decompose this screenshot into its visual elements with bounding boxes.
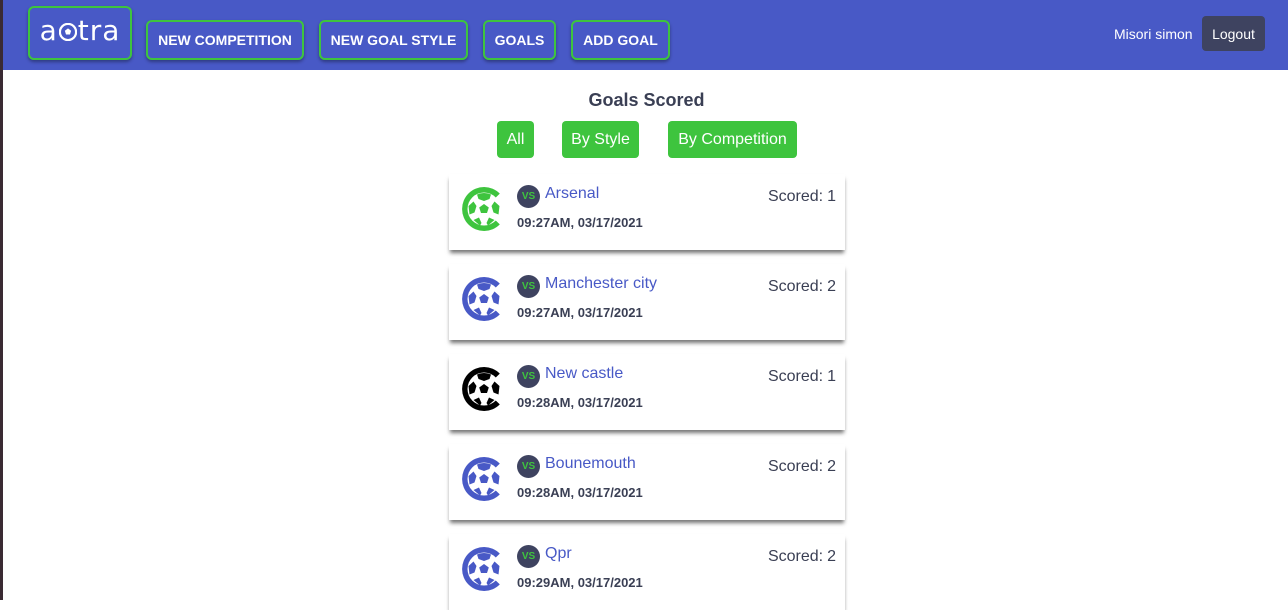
soccer-ball-icon	[459, 544, 505, 594]
logo-text-end: tra	[77, 13, 121, 47]
goal-timestamp: 09:28AM, 03/17/2021	[517, 395, 643, 410]
filter-all-button[interactable]: All	[497, 121, 534, 158]
scored-count: Scored: 2	[768, 278, 836, 296]
goal-card[interactable]: VS Qpr 09:29AM, 03/17/2021 Scored: 2	[449, 534, 845, 610]
scored-value: 2	[827, 548, 836, 565]
top-navbar: a tra NEW COMPETITION NEW GOAL STYLE GOA…	[3, 0, 1288, 70]
goal-card[interactable]: VS Arsenal 09:27AM, 03/17/2021 Scored: 1	[449, 174, 845, 250]
scored-count: Scored: 2	[768, 458, 836, 476]
scored-value: 1	[827, 188, 836, 205]
logo-text-start: a	[39, 13, 58, 47]
goal-card[interactable]: VS Manchester city 09:27AM, 03/17/2021 Scor…	[449, 264, 845, 340]
goal-card[interactable]: VS New castle 09:28AM, 03/17/2021 Scored: 1	[449, 354, 845, 430]
filter-by-style-button[interactable]: By Style	[562, 121, 639, 158]
scored-count: Scored: 2	[768, 548, 836, 566]
goals-button[interactable]: GOALS	[483, 20, 556, 60]
soccer-ball-icon	[459, 274, 505, 324]
goal-timestamp: 09:27AM, 03/17/2021	[517, 305, 643, 320]
goal-timestamp: 09:29AM, 03/17/2021	[517, 575, 643, 590]
scored-value: 1	[827, 368, 836, 385]
app-logo: a tra	[40, 14, 121, 47]
goal-card[interactable]: VS Bounemouth 09:28AM, 03/17/2021 Scored: 2	[449, 444, 845, 520]
scored-count: Scored: 1	[768, 188, 836, 206]
scored-value: 2	[827, 458, 836, 475]
filter-by-competition-button[interactable]: By Competition	[668, 121, 797, 158]
user-name: Misori simon	[1114, 26, 1193, 42]
scored-label: Scored:	[767, 458, 824, 475]
scored-label: Scored:	[767, 278, 824, 295]
page-title: Goals Scored	[588, 90, 705, 110]
opponent-team-link[interactable]: Qpr	[545, 545, 572, 563]
opponent-team-link[interactable]: Bounemouth	[545, 455, 636, 473]
vs-badge: VS	[517, 455, 540, 478]
soccer-ball-icon	[459, 454, 505, 504]
goal-timestamp: 09:28AM, 03/17/2021	[517, 485, 643, 500]
vs-badge: VS	[517, 185, 540, 208]
goal-timestamp: 09:27AM, 03/17/2021	[517, 215, 643, 230]
new-goal-style-button[interactable]: NEW GOAL STYLE	[319, 20, 468, 60]
soccer-ball-icon	[58, 23, 77, 41]
vs-badge: VS	[517, 365, 540, 388]
logout-button[interactable]: Logout	[1202, 16, 1265, 51]
vs-badge: VS	[517, 545, 540, 568]
scored-label: Scored:	[767, 188, 824, 205]
new-competition-button[interactable]: NEW COMPETITION	[146, 20, 304, 60]
vs-badge: VS	[517, 275, 540, 298]
soccer-ball-icon	[459, 184, 505, 234]
scored-label: Scored:	[767, 368, 824, 385]
soccer-ball-icon	[459, 364, 505, 414]
opponent-team-link[interactable]: Manchester city	[545, 275, 657, 293]
scored-count: Scored: 1	[768, 368, 836, 386]
opponent-team-link[interactable]: New castle	[545, 365, 623, 383]
opponent-team-link[interactable]: Arsenal	[545, 185, 599, 203]
scored-label: Scored:	[767, 548, 824, 565]
logo-button[interactable]: a tra	[28, 6, 132, 60]
add-goal-button[interactable]: ADD GOAL	[571, 20, 670, 60]
scored-value: 2	[827, 278, 836, 295]
